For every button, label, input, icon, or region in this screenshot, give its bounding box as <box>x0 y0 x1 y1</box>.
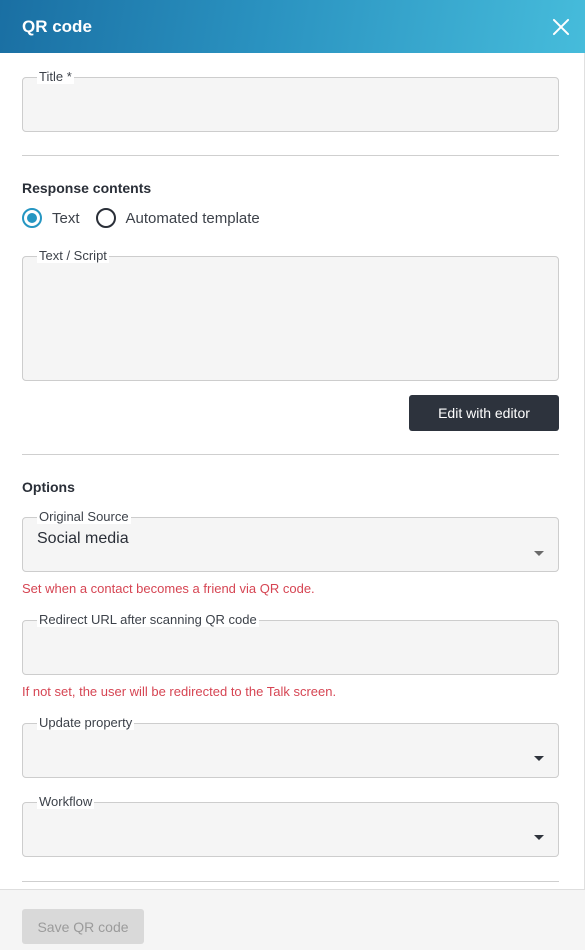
original-source-hint: Set when a contact becomes a friend via … <box>22 581 315 596</box>
original-source-select[interactable]: Original Source Social media <box>22 510 559 572</box>
dialog-body: Title * Response contents Text Automated… <box>0 53 585 889</box>
dialog-header: QR code <box>0 0 585 53</box>
save-qr-code-button[interactable]: Save QR code <box>22 909 144 944</box>
original-source-label: Original Source <box>37 509 131 524</box>
edit-with-editor-button[interactable]: Edit with editor <box>409 395 559 431</box>
title-field-label: Title * <box>37 69 74 84</box>
divider <box>22 881 559 882</box>
response-type-radio-group: Text Automated template <box>22 208 276 228</box>
radio-automated-template-label[interactable]: Automated template <box>126 210 260 227</box>
divider <box>22 155 559 156</box>
options-heading: Options <box>22 479 75 495</box>
workflow-select[interactable]: Workflow <box>22 795 559 857</box>
text-script-label: Text / Script <box>37 248 109 263</box>
chevron-down-icon <box>534 756 544 761</box>
divider <box>22 454 559 455</box>
radio-automated-template[interactable] <box>95 208 116 228</box>
update-property-select[interactable]: Update property <box>22 716 559 778</box>
radio-text[interactable] <box>22 208 42 228</box>
close-icon[interactable] <box>552 18 570 36</box>
redirect-url-hint: If not set, the user will be redirected … <box>22 684 337 699</box>
dialog-title: QR code <box>22 16 92 36</box>
dialog-footer: Save QR code <box>0 889 585 950</box>
response-contents-heading: Response contents <box>22 180 152 196</box>
update-property-label: Update property <box>37 715 135 730</box>
workflow-label: Workflow <box>37 794 95 809</box>
original-source-value: Social media <box>37 530 129 547</box>
redirect-url-field[interactable]: Redirect URL after scanning QR code <box>22 613 559 675</box>
text-script-field[interactable]: Text / Script <box>22 249 559 381</box>
radio-text-label[interactable]: Text <box>52 210 80 227</box>
chevron-down-icon <box>534 835 544 840</box>
title-field[interactable]: Title * <box>22 70 559 132</box>
chevron-down-icon <box>534 551 544 556</box>
redirect-url-label: Redirect URL after scanning QR code <box>37 612 259 627</box>
